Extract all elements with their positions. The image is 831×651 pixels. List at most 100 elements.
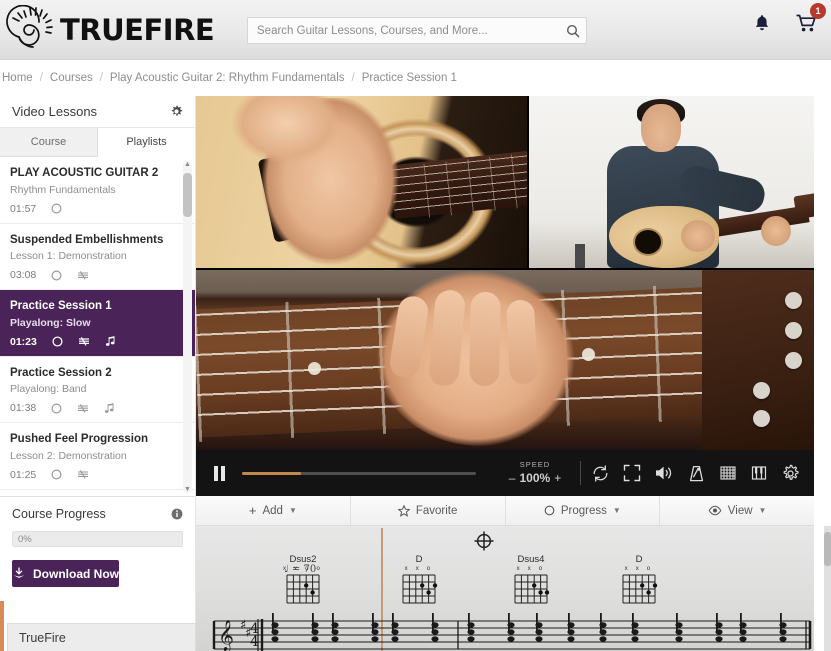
svg-text:𝄞: 𝄞: [218, 619, 234, 651]
video-view-full-body[interactable]: [529, 96, 814, 268]
breadcrumb-item-courses[interactable]: Courses: [50, 72, 93, 84]
keyboard-icon[interactable]: [750, 464, 768, 482]
breadcrumb-item-course[interactable]: Play Acoustic Guitar 2: Rhythm Fundament…: [110, 72, 345, 84]
progress-circle-icon[interactable]: [51, 469, 62, 480]
search-input[interactable]: [248, 24, 560, 37]
chord-diagram: Dsus2 x x o o: [268, 554, 338, 612]
lesson-subtitle: Lesson 1: Demonstration: [10, 250, 127, 263]
notation-score[interactable]: Dsus2 x x o o D x x o Dsus4 x x o D x x …: [196, 526, 814, 651]
chord-name: D: [415, 554, 423, 565]
search-box[interactable]: [247, 17, 587, 44]
lesson-list-scrollbar[interactable]: ▲ ▼: [183, 161, 192, 493]
lesson-subtitle: Playalong: Band: [10, 383, 87, 396]
lesson-subtitle: Playalong: Slow: [10, 316, 91, 329]
speed-increase-button[interactable]: +: [554, 471, 561, 485]
seek-bar-fill: [242, 471, 301, 475]
breadcrumb: Home / Courses / Play Acoustic Guitar 2:…: [0, 60, 831, 96]
progress-circle-icon[interactable]: [51, 203, 62, 214]
breadcrumb-item-home[interactable]: Home: [2, 72, 33, 84]
course-progress-label: Course Progress: [12, 507, 106, 521]
chord-diagram: D x x o: [384, 554, 454, 612]
lesson-meta: 01:25: [10, 469, 185, 481]
chord-name: D: [635, 554, 643, 565]
music-note-icon[interactable]: [105, 336, 116, 347]
score-scrollbar-thumb[interactable]: [824, 532, 831, 566]
star-icon: [397, 503, 411, 517]
lesson-duration: 01:57: [10, 202, 37, 215]
progress-circle-icon[interactable]: [51, 403, 62, 414]
score-scrollbar[interactable]: [824, 526, 831, 651]
info-icon[interactable]: [171, 508, 183, 520]
fullscreen-icon[interactable]: [623, 464, 641, 482]
chevron-down-icon: ▼: [288, 506, 297, 515]
music-note-icon[interactable]: [104, 402, 115, 414]
bell-icon[interactable]: [754, 14, 770, 33]
list-item[interactable]: Practice Session 2 Playalong: Band 01:38: [0, 356, 195, 424]
list-item[interactable]: PLAY ACOUSTIC GUITAR 2 Rhythm Fundamenta…: [0, 157, 195, 224]
circle-icon: [544, 505, 555, 516]
chord-name: Dsus4: [517, 554, 545, 565]
tab-grid-icon[interactable]: [719, 464, 737, 482]
scroll-down-arrow-icon[interactable]: ▼: [184, 486, 191, 493]
seek-bar[interactable]: [242, 471, 476, 475]
breadcrumb-separator: /: [99, 72, 103, 84]
list-item[interactable]: Suspended Embellishments Lesson 1: Demon…: [0, 223, 195, 291]
volume-icon[interactable]: [654, 464, 674, 482]
player-tool-icons: [591, 464, 814, 483]
tab-course[interactable]: Course: [0, 128, 98, 156]
tab-playlists[interactable]: Playlists: [98, 128, 195, 157]
target-marker-icon[interactable]: [473, 530, 495, 552]
content-area: SPEED –100% + + Add ▼ Favorite Progress …: [196, 96, 831, 651]
main-layout: Video Lessons Course Playlists PLAY ACOU…: [0, 96, 831, 651]
lesson-title: Practice Session 2: [10, 366, 112, 379]
chevron-down-icon: ▼: [612, 506, 621, 515]
spiral-sun-icon: [6, 4, 58, 55]
svg-text:4: 4: [250, 634, 259, 650]
scroll-up-arrow-icon[interactable]: ▲: [184, 161, 191, 168]
tab-sheet-icon[interactable]: [77, 469, 89, 480]
list-item-active[interactable]: Practice Session 1 Playalong: Slow 01:23: [0, 290, 195, 357]
favorite-label: Favorite: [415, 504, 458, 517]
video-player[interactable]: SPEED –100% +: [196, 96, 814, 496]
favorite-button[interactable]: Favorite: [351, 496, 506, 525]
speed-decrease-button[interactable]: –: [509, 471, 516, 485]
view-button[interactable]: View ▼: [660, 496, 814, 525]
tab-sheet-icon[interactable]: [78, 336, 90, 347]
site-header: TRUEFIRE 1: [0, 0, 831, 60]
chord-diagram: Dsus4 x x o: [496, 554, 566, 612]
music-staff: 𝄞 ♯ ♯ 4 4: [196, 607, 814, 651]
add-button[interactable]: + Add ▼: [196, 496, 351, 525]
lesson-title: Practice Session 1: [10, 300, 112, 313]
tab-sheet-icon[interactable]: [77, 270, 89, 281]
tab-sheet-icon[interactable]: [77, 403, 89, 414]
video-view-strumming-hand[interactable]: [196, 96, 527, 268]
list-item[interactable]: Pushed Feel Progression Lesson 2: Demons…: [0, 423, 195, 490]
chord-diagram-row: Dsus2 x x o o D x x o Dsus4 x x o D x x …: [196, 554, 814, 614]
lesson-title: Pushed Feel Progression: [10, 433, 149, 446]
brand-logo[interactable]: TRUEFIRE: [6, 4, 215, 55]
shopping-cart-icon[interactable]: 1: [796, 3, 826, 33]
settings-gear-icon[interactable]: [781, 464, 800, 483]
lesson-meta: 01:23: [10, 336, 185, 348]
download-now-button[interactable]: Download Now: [12, 560, 119, 587]
progress-button[interactable]: Progress ▼: [506, 496, 661, 525]
view-label: View: [727, 504, 753, 517]
control-divider: [580, 461, 581, 485]
lesson-action-bar: + Add ▼ Favorite Progress ▼ View ▼: [196, 496, 814, 526]
gear-icon[interactable]: [170, 105, 183, 118]
progress-circle-icon[interactable]: [52, 336, 63, 347]
scrollbar-thumb[interactable]: [183, 173, 192, 217]
brand-name: TRUEFIRE: [60, 12, 215, 47]
speed-control[interactable]: SPEED –100% +: [492, 460, 578, 487]
truefire-footer-bar[interactable]: TrueFire: [7, 623, 196, 651]
video-view-fretboard[interactable]: [196, 270, 814, 450]
chevron-down-icon: ▼: [758, 506, 767, 515]
progress-circle-icon[interactable]: [51, 270, 62, 281]
pause-button[interactable]: [196, 465, 242, 481]
sidebar-accent-bar: [0, 601, 4, 651]
search-icon[interactable]: [560, 24, 586, 38]
loop-icon[interactable]: [591, 464, 610, 483]
panel-title: Video Lessons: [12, 104, 98, 119]
lesson-meta: 01:38: [10, 402, 185, 414]
metronome-icon[interactable]: [687, 464, 706, 483]
